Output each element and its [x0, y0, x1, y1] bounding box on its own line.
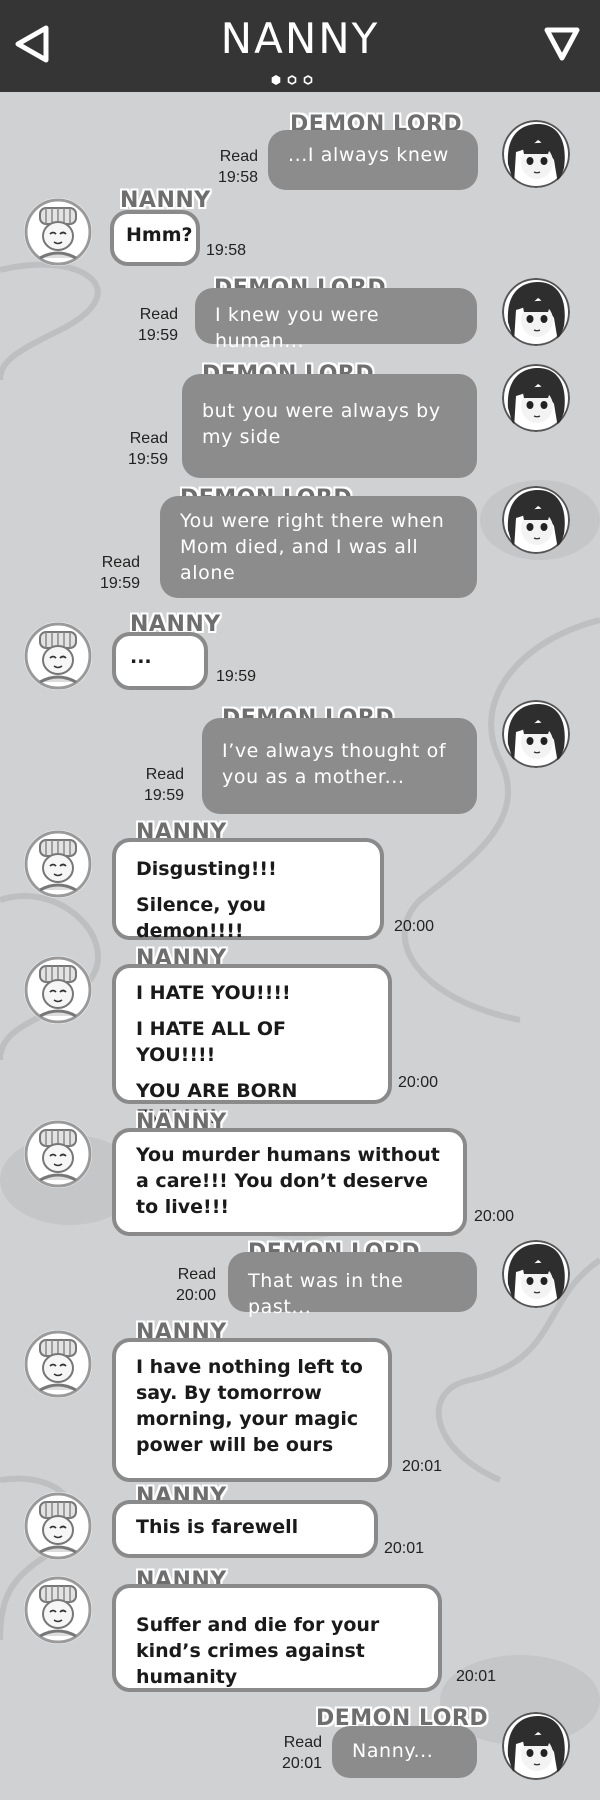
nanny-avatar[interactable]	[24, 1330, 92, 1398]
message-bubble[interactable]: Disgusting!!! Silence, you demon!!!!	[112, 838, 384, 942]
message-bubble[interactable]: You murder humans without a care!!! You …	[112, 1128, 467, 1236]
read-receipt: Read 19:59	[120, 304, 178, 346]
timestamp: 19:59	[137, 327, 178, 344]
nanny-avatar[interactable]	[24, 1576, 92, 1644]
demon-lord-face-icon	[502, 364, 570, 432]
nanny-face-icon	[24, 622, 92, 690]
message-bubble[interactable]: I knew you were human...	[195, 288, 477, 352]
read-label: Read	[177, 1266, 216, 1283]
read-label: Read	[129, 430, 168, 447]
message-bubble[interactable]: This is farewell	[112, 1500, 378, 1558]
message-text: You were right there when Mom died, and …	[180, 510, 445, 584]
message-bubble[interactable]: I HATE YOU!!!! I HATE ALL OF YOU!!!! YOU…	[112, 964, 392, 1128]
message-bubble[interactable]: ...I always knew	[268, 130, 478, 190]
timestamp: 20:01	[384, 1540, 425, 1557]
message-bubble[interactable]: That was in the past...	[228, 1252, 477, 1318]
message-bubble[interactable]: but you were always by my side	[182, 374, 477, 478]
timestamp: 20:00	[474, 1208, 515, 1225]
demon-lord-face-icon	[502, 1240, 570, 1308]
demon-lord-avatar[interactable]	[502, 700, 570, 768]
nanny-face-icon	[24, 1492, 92, 1560]
timestamp: 20:00	[175, 1287, 216, 1304]
read-label: Read	[101, 554, 140, 571]
message-text: Suffer and die for your kind’s crimes ag…	[136, 1614, 380, 1688]
message-text: but you were always by my side	[202, 400, 441, 448]
message-text: Silence, you demon!!!!	[136, 894, 267, 942]
message-text: I HATE YOU!!!!	[136, 982, 291, 1004]
timestamp: 19:59	[99, 575, 140, 592]
nanny-face-icon	[24, 830, 92, 898]
message-text: I’ve always thought of you as a mother..…	[222, 740, 447, 788]
read-receipt: Read 19:59	[124, 764, 184, 806]
timestamp: 20:01	[281, 1755, 322, 1772]
message-text: Hmm?	[126, 224, 193, 246]
message-bubble[interactable]: Suffer and die for your kind’s crimes ag…	[112, 1584, 442, 1692]
message-text: That was in the past...	[248, 1270, 404, 1318]
message-text: I have nothing left to say. By tomorrow …	[136, 1356, 363, 1456]
demon-lord-face-icon	[502, 278, 570, 346]
timestamp: 19:59	[127, 451, 168, 468]
message-text: Nanny...	[352, 1740, 434, 1762]
read-receipt: Read 19:59	[80, 552, 140, 594]
read-receipt: Read 19:58	[200, 146, 258, 188]
message-text: I HATE ALL OF YOU!!!!	[136, 1018, 287, 1066]
read-label: Read	[219, 148, 258, 165]
timestamp: 20:01	[456, 1668, 497, 1685]
message-bubble[interactable]: ...	[112, 632, 208, 690]
demon-lord-avatar[interactable]	[502, 486, 570, 554]
demon-lord-avatar[interactable]	[502, 278, 570, 346]
page-dots	[268, 70, 316, 89]
demon-lord-avatar[interactable]	[502, 120, 570, 188]
demon-lord-avatar[interactable]	[502, 364, 570, 432]
message-text: ...I always knew	[288, 144, 449, 166]
dot-icon	[287, 75, 297, 85]
timestamp: 19:59	[143, 787, 184, 804]
message-text: ...	[130, 646, 152, 668]
chat-title: NANNY	[220, 14, 380, 63]
read-label: Read	[283, 1734, 322, 1751]
demon-lord-face-icon	[502, 1712, 570, 1780]
nanny-avatar[interactable]	[24, 198, 92, 266]
read-receipt: Read 20:01	[262, 1732, 322, 1774]
message-text: This is farewell	[136, 1516, 299, 1538]
timestamp: 20:00	[394, 918, 435, 935]
nanny-face-icon	[24, 1330, 92, 1398]
demon-lord-face-icon	[502, 700, 570, 768]
timestamp: 19:59	[216, 668, 257, 685]
nanny-avatar[interactable]	[24, 956, 92, 1024]
message-bubble[interactable]: You were right there when Mom died, and …	[160, 496, 477, 598]
nanny-avatar[interactable]	[24, 1492, 92, 1560]
message-bubble[interactable]: Nanny...	[332, 1726, 477, 1778]
message-text: You murder humans without a care!!! You …	[136, 1144, 440, 1218]
nanny-face-icon	[24, 956, 92, 1024]
message-bubble[interactable]: Hmm?	[110, 210, 200, 266]
demon-lord-face-icon	[502, 120, 570, 188]
read-label: Read	[139, 306, 178, 323]
timestamp: 19:58	[217, 169, 258, 186]
down-triangle-icon[interactable]	[542, 24, 582, 64]
nanny-avatar[interactable]	[24, 830, 92, 898]
read-receipt: Read 20:00	[156, 1264, 216, 1306]
nanny-face-icon	[24, 1576, 92, 1644]
read-label: Read	[145, 766, 184, 783]
nanny-avatar[interactable]	[24, 1120, 92, 1188]
timestamp: 20:00	[398, 1074, 439, 1091]
chat-screen: NANNY DEMON LORD ...I always knew Read 1…	[0, 0, 600, 1800]
demon-lord-avatar[interactable]	[502, 1240, 570, 1308]
timestamp: 19:58	[206, 242, 247, 259]
demon-lord-avatar[interactable]	[502, 1712, 570, 1780]
nanny-avatar[interactable]	[24, 622, 92, 690]
read-receipt: Read 19:59	[110, 428, 168, 470]
dot-icon	[303, 75, 313, 85]
message-bubble[interactable]: I have nothing left to say. By tomorrow …	[112, 1338, 392, 1482]
message-text: Disgusting!!!	[136, 858, 277, 880]
message-text: I knew you were human...	[215, 304, 380, 352]
dot-active-icon	[271, 75, 281, 85]
nanny-face-icon	[24, 198, 92, 266]
demon-lord-face-icon	[502, 486, 570, 554]
chat-header: NANNY	[0, 0, 600, 92]
nanny-face-icon	[24, 1120, 92, 1188]
message-bubble[interactable]: I’ve always thought of you as a mother..…	[202, 718, 477, 814]
timestamp: 20:01	[402, 1458, 443, 1475]
